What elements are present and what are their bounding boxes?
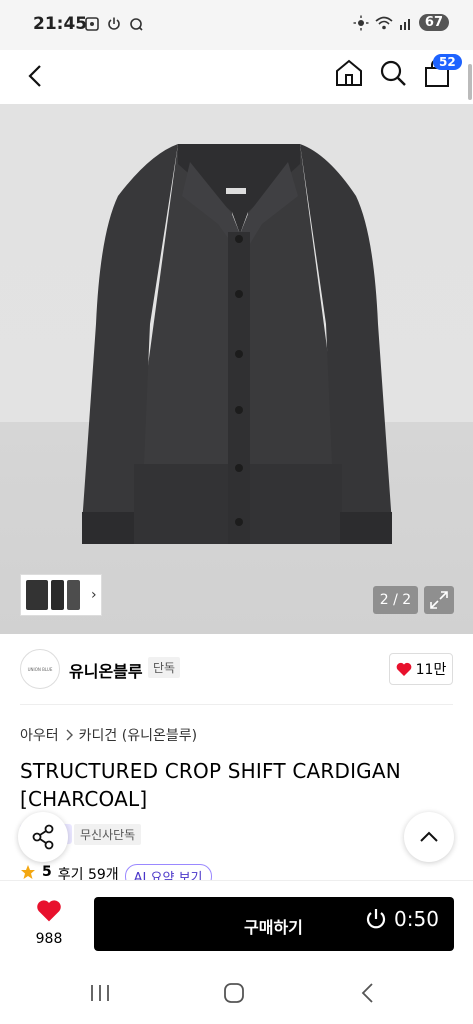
app-icon bbox=[130, 18, 143, 31]
status-time: 21:45 bbox=[33, 14, 88, 34]
thumbnail-2[interactable] bbox=[51, 580, 64, 610]
product-like-button[interactable]: 988 bbox=[28, 899, 70, 947]
product-like-count: 988 bbox=[35, 931, 63, 947]
thumbnail-3[interactable] bbox=[67, 580, 80, 610]
buy-label: 구매하기 bbox=[244, 918, 303, 937]
musinsa-exclusive-tag: 무신사단독 bbox=[74, 824, 142, 845]
breadcrumb-level2[interactable]: 카디건 (유니온블루) bbox=[79, 725, 197, 745]
scroll-top-button[interactable] bbox=[404, 812, 454, 862]
brand-like-count: 11만 bbox=[415, 662, 447, 678]
power-icon bbox=[108, 17, 120, 30]
breadcrumb: 아우터 카디건 (유니온블루) bbox=[20, 725, 197, 745]
heart-icon bbox=[396, 662, 411, 676]
rating-score: 5 bbox=[42, 864, 52, 880]
thumbnail-1[interactable] bbox=[26, 580, 48, 610]
chevron-right-icon bbox=[66, 729, 73, 741]
breadcrumb-level1[interactable]: 아우터 bbox=[20, 725, 59, 745]
home-nav-icon[interactable] bbox=[222, 982, 246, 1004]
product-image-gallery[interactable]: › 2 / 2 bbox=[0, 104, 473, 634]
chevron-up-icon bbox=[420, 831, 438, 842]
thumbnail-strip[interactable]: › bbox=[20, 574, 102, 616]
expand-icon bbox=[430, 591, 448, 609]
top-header: 52 bbox=[0, 50, 473, 104]
system-nav-bar bbox=[0, 960, 473, 1024]
screenshot-icon bbox=[85, 17, 99, 31]
buy-button[interactable]: 구매하기 0:50 bbox=[94, 897, 454, 951]
heart-icon bbox=[37, 900, 61, 922]
cardigan-image bbox=[82, 144, 392, 544]
star-icon bbox=[21, 865, 35, 879]
brightness-icon bbox=[353, 15, 369, 30]
power-icon bbox=[366, 909, 386, 929]
share-icon bbox=[32, 824, 54, 850]
brand-logo[interactable]: UNION BLUE bbox=[20, 649, 60, 689]
timer-widget[interactable]: 0:50 bbox=[364, 907, 439, 931]
brand-name[interactable]: 유니온블루 bbox=[69, 658, 143, 682]
share-button[interactable] bbox=[18, 812, 68, 862]
back-icon[interactable] bbox=[22, 62, 50, 90]
brand-like-button[interactable]: 11만 bbox=[389, 653, 453, 685]
wifi-icon bbox=[375, 16, 393, 29]
brand-exclusive-tag: 단독 bbox=[148, 657, 181, 678]
battery-level: 67 bbox=[418, 14, 449, 31]
image-counter: 2 / 2 bbox=[373, 586, 418, 614]
scroll-indicator bbox=[468, 64, 472, 100]
cart-count-badge: 52 bbox=[433, 54, 462, 70]
chevron-right-icon[interactable]: › bbox=[91, 587, 97, 603]
timer-value: 0:50 bbox=[394, 907, 439, 931]
status-right-icons: 67 bbox=[353, 14, 449, 31]
status-bar: 21:45 67 bbox=[0, 0, 473, 50]
status-left-icons bbox=[84, 16, 144, 32]
home-icon[interactable] bbox=[334, 58, 364, 88]
search-icon[interactable] bbox=[378, 58, 408, 88]
bottom-action-bar: 988 구매하기 0:50 bbox=[0, 880, 473, 960]
product-title: STRUCTURED CROP SHIFT CARDIGAN [CHARCOAL… bbox=[20, 759, 401, 811]
signal-icon bbox=[399, 18, 410, 30]
expand-button[interactable] bbox=[424, 586, 454, 614]
back-nav-icon[interactable] bbox=[356, 982, 380, 1004]
recent-apps-icon[interactable] bbox=[88, 982, 112, 1004]
divider bbox=[20, 704, 453, 705]
